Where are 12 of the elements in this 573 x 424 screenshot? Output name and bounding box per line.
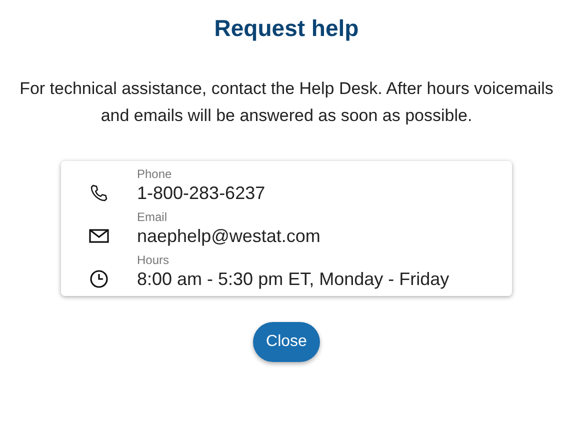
contact-label: Phone bbox=[137, 167, 173, 181]
contact-value: 1-800-283-6237 bbox=[137, 183, 266, 204]
contact-label: Email bbox=[137, 210, 168, 224]
phone-icon bbox=[89, 182, 109, 202]
help-message: For technical assistance, contact the Help Desk. After hours voicemails and emails will be answered as soon as possible. bbox=[18, 78, 554, 127]
clock-icon bbox=[89, 268, 109, 288]
contact-value: 8:00 am - 5:30 pm ET, Monday - Friday bbox=[137, 269, 450, 290]
mail-icon bbox=[89, 228, 109, 244]
contact-value: naephelp@westat.com bbox=[137, 226, 320, 247]
contact-label: Hours bbox=[137, 253, 170, 267]
dialog-title: Request help bbox=[214, 15, 359, 42]
close-button[interactable]: Close bbox=[253, 322, 320, 362]
